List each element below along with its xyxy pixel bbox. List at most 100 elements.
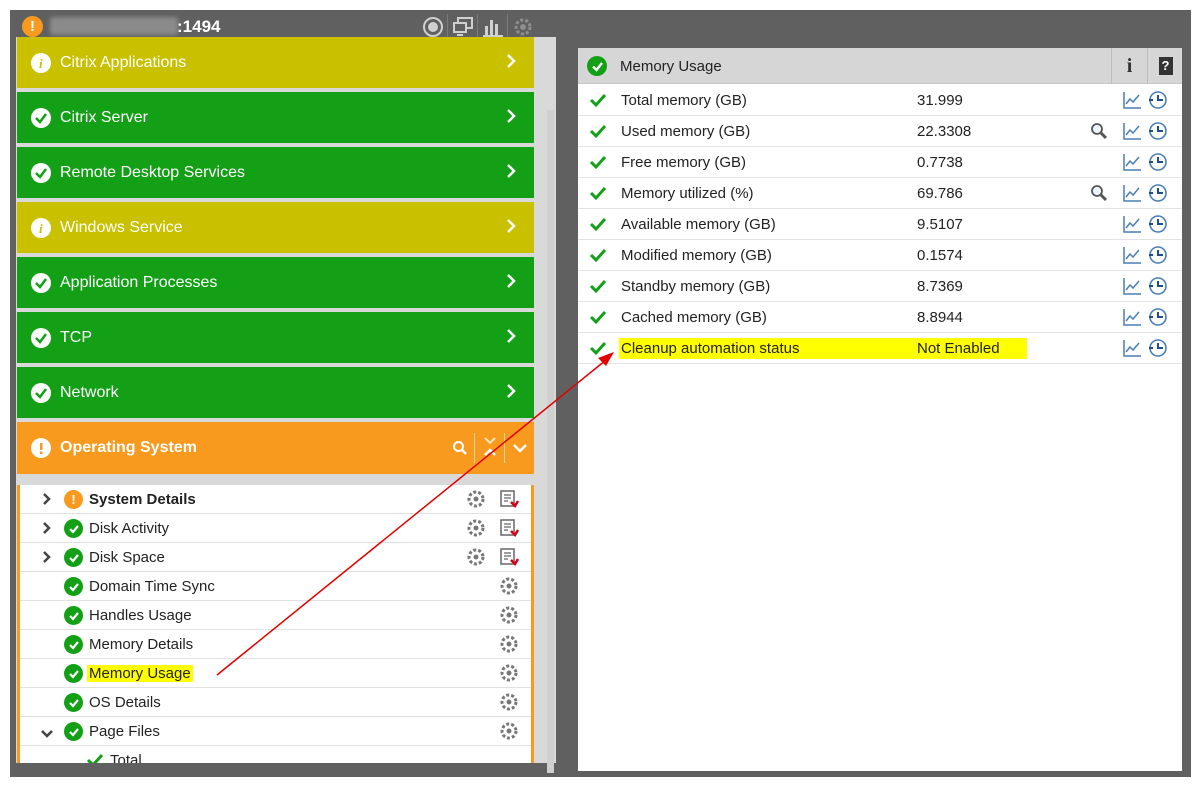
metric-value: 0.7738 xyxy=(917,154,963,171)
settings-icon[interactable] xyxy=(499,634,519,658)
report-icon[interactable] xyxy=(499,547,520,571)
tree-row-label: Domain Time Sync xyxy=(89,578,215,595)
metric-row: Modified memory (GB) 0.1574 xyxy=(578,240,1182,271)
tree-row-label: Handles Usage xyxy=(89,607,192,624)
tree-row-label: OS Details xyxy=(89,694,161,711)
check-icon xyxy=(589,92,607,112)
info-button[interactable]: i xyxy=(1111,48,1147,84)
chevron-right-icon[interactable] xyxy=(42,521,52,539)
check-icon xyxy=(589,216,607,236)
category-application-processes[interactable]: Application Processes xyxy=(17,257,534,308)
metric-value: 9.5107 xyxy=(917,216,963,233)
chevron-down-icon[interactable] xyxy=(505,422,534,473)
history-icon[interactable] xyxy=(1148,90,1168,114)
zoom-icon[interactable] xyxy=(1090,184,1108,206)
tree-row-memory-usage[interactable]: Memory Usage xyxy=(20,659,531,688)
graph-icon[interactable] xyxy=(1123,246,1142,268)
graph-icon[interactable] xyxy=(1123,91,1142,113)
report-icon[interactable] xyxy=(499,518,520,542)
help-button[interactable]: ? xyxy=(1147,48,1183,84)
tree-row-disk-space[interactable]: Disk Space xyxy=(20,543,531,572)
metric-value: Not Enabled xyxy=(915,338,1027,359)
history-icon[interactable] xyxy=(1148,276,1168,300)
chevron-right-icon[interactable] xyxy=(506,54,516,73)
metric-name: Memory utilized (%) xyxy=(621,185,754,202)
category-citrix-server[interactable]: Citrix Server xyxy=(17,92,534,143)
tree-row-disk-activity[interactable]: Disk Activity xyxy=(20,514,531,543)
tree-row-total[interactable]: Total xyxy=(20,746,531,763)
metric-row: Cached memory (GB) 8.8944 xyxy=(578,302,1182,333)
chevron-right-icon[interactable] xyxy=(42,550,52,568)
chevron-right-icon[interactable] xyxy=(506,329,516,348)
tree-row-label: Memory Details xyxy=(89,636,194,653)
scrollbar[interactable] xyxy=(547,110,554,773)
settings-icon[interactable] xyxy=(499,721,519,745)
category-network[interactable]: Network xyxy=(17,367,534,418)
tree-row-memory-details[interactable]: Memory Details xyxy=(20,630,531,659)
settings-icon[interactable] xyxy=(499,576,519,600)
zoom-icon[interactable] xyxy=(1090,122,1108,144)
category-operating-system[interactable]: Operating System xyxy=(17,422,534,474)
settings-icon[interactable] xyxy=(466,547,486,571)
history-icon[interactable] xyxy=(1148,183,1168,207)
panel-title: Memory Usage xyxy=(620,58,722,75)
metric-row: Used memory (GB) 22.3308 xyxy=(578,116,1182,147)
search-icon[interactable] xyxy=(445,422,474,473)
tree-row-system-details[interactable]: ! System Details xyxy=(20,485,531,514)
collapse-all-icon[interactable] xyxy=(475,422,504,473)
tree-row-label: Memory Usage xyxy=(87,665,193,682)
check-icon xyxy=(589,340,607,360)
metric-value: 8.7369 xyxy=(917,278,963,295)
category-label: Operating System xyxy=(60,439,197,456)
settings-icon[interactable] xyxy=(466,489,486,513)
graph-icon[interactable] xyxy=(1123,277,1142,299)
svg-text:i: i xyxy=(39,56,43,70)
metric-name: Used memory (GB) xyxy=(621,123,751,140)
graph-icon[interactable] xyxy=(1123,339,1142,361)
tree-row-os-details[interactable]: OS Details xyxy=(20,688,531,717)
chevron-right-icon[interactable] xyxy=(42,492,52,510)
graph-icon[interactable] xyxy=(1123,153,1142,175)
chevron-right-icon[interactable] xyxy=(506,109,516,128)
alert-icon: ! xyxy=(22,16,43,37)
category-label: Citrix Applications xyxy=(60,53,187,71)
ok-icon xyxy=(64,664,83,683)
chevron-right-icon[interactable] xyxy=(506,274,516,293)
history-icon[interactable] xyxy=(1148,152,1168,176)
graph-icon[interactable] xyxy=(1123,122,1142,144)
category-tcp[interactable]: TCP xyxy=(17,312,534,363)
settings-icon[interactable] xyxy=(499,692,519,716)
settings-icon[interactable] xyxy=(466,518,486,542)
graph-icon[interactable] xyxy=(1123,184,1142,206)
history-icon[interactable] xyxy=(1148,307,1168,331)
history-icon[interactable] xyxy=(1148,121,1168,145)
report-icon[interactable] xyxy=(499,489,520,513)
info-icon: i xyxy=(31,52,51,73)
tree-list: ! System Details Disk Activity Disk Spac… xyxy=(17,485,534,763)
host-port: :1494 xyxy=(177,17,221,36)
settings-icon[interactable] xyxy=(499,605,519,629)
tree-row-handles-usage[interactable]: Handles Usage xyxy=(20,601,531,630)
chevron-right-icon[interactable] xyxy=(506,384,516,403)
metric-name: Available memory (GB) xyxy=(621,216,776,233)
metric-row: Memory utilized (%) 69.786 xyxy=(578,178,1182,209)
category-citrix-applications[interactable]: i Citrix Applications xyxy=(17,37,534,88)
graph-icon[interactable] xyxy=(1123,215,1142,237)
history-icon[interactable] xyxy=(1148,245,1168,269)
graph-icon[interactable] xyxy=(1123,308,1142,330)
tree-row-label: Total xyxy=(110,752,142,763)
measure-panel: Memory Usage i ? Total memory (GB) 31.99… xyxy=(578,48,1182,771)
category-windows-service[interactable]: i Windows Service xyxy=(17,202,534,253)
tree-row-label: System Details xyxy=(89,491,196,508)
history-icon[interactable] xyxy=(1148,338,1168,362)
metric-name: Total memory (GB) xyxy=(621,92,747,109)
chevron-right-icon[interactable] xyxy=(506,219,516,238)
chevron-right-icon[interactable] xyxy=(506,164,516,183)
history-icon[interactable] xyxy=(1148,214,1168,238)
tree-row-domain-time-sync[interactable]: Domain Time Sync xyxy=(20,572,531,601)
category-remote-desktop-services[interactable]: Remote Desktop Services xyxy=(17,147,534,198)
settings-icon[interactable] xyxy=(499,663,519,687)
chevron-down-icon[interactable] xyxy=(40,726,54,743)
ok-icon xyxy=(64,606,83,625)
tree-row-page-files[interactable]: Page Files xyxy=(20,717,531,746)
